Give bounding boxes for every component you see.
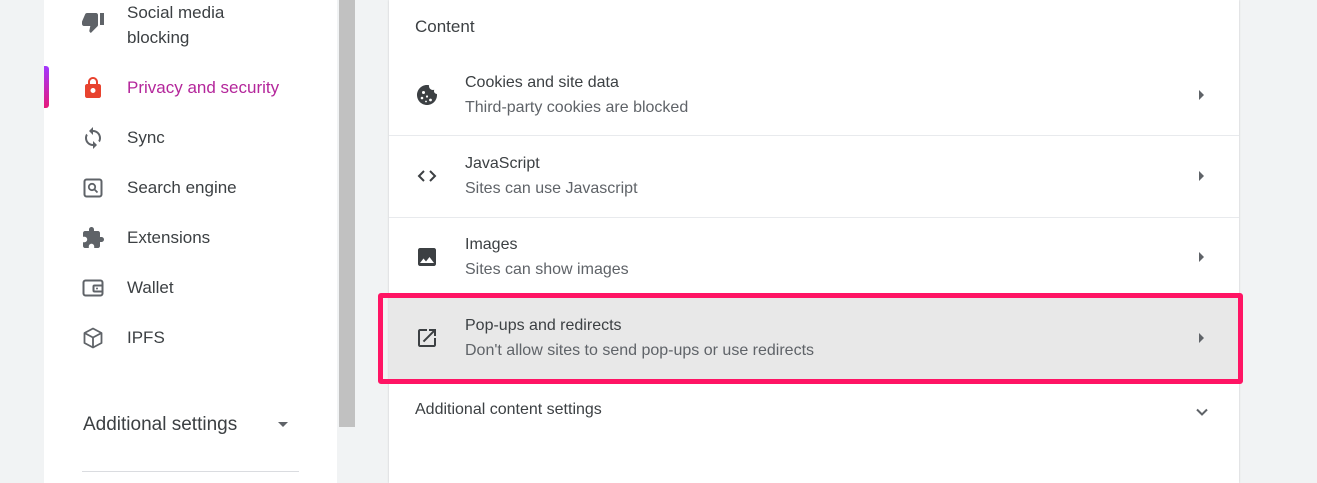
additional-settings-label: Additional settings xyxy=(83,414,238,435)
search-engine-icon xyxy=(80,175,106,201)
row-title: Images xyxy=(465,236,518,253)
sidebar-item-ipfs[interactable]: IPFS xyxy=(44,325,337,350)
sidebar-item-wallet[interactable]: Wallet xyxy=(44,275,337,300)
content-settings-card: Content Cookies and site data Third-part… xyxy=(389,0,1239,483)
row-title: Pop-ups and redirects xyxy=(465,317,622,334)
sidebar-item-label: Extensions xyxy=(127,228,211,247)
sidebar-item-label: Sync xyxy=(127,128,165,147)
open-in-new-icon xyxy=(413,324,441,352)
cookie-icon xyxy=(413,81,441,109)
row-cookies-and-site-data[interactable]: Cookies and site data Third-party cookie… xyxy=(389,55,1239,136)
row-subtitle: Third-party cookies are blocked xyxy=(465,99,689,116)
additional-content-settings-toggle[interactable]: Additional content settings xyxy=(389,385,1239,435)
caret-down-icon xyxy=(278,422,288,427)
wallet-icon xyxy=(80,275,106,301)
additional-content-settings-label: Additional content settings xyxy=(415,401,602,418)
row-subtitle: Don't allow sites to send pop-ups or use… xyxy=(465,342,815,359)
sync-icon xyxy=(80,125,106,151)
scrollbar-thumb[interactable] xyxy=(339,0,355,427)
row-title: JavaScript xyxy=(465,155,540,172)
chevron-right-icon xyxy=(1199,252,1204,262)
thumb-down-icon xyxy=(80,9,106,35)
row-subtitle: Sites can use Javascript xyxy=(465,180,638,197)
row-pop-ups-and-redirects[interactable]: Pop-ups and redirects Don't allow sites … xyxy=(389,298,1239,379)
chevron-right-icon xyxy=(1199,90,1204,100)
cube-icon xyxy=(80,325,106,351)
row-title: Cookies and site data xyxy=(465,74,619,91)
code-icon xyxy=(413,162,441,190)
sidebar-item-label: Search engine xyxy=(127,178,237,197)
row-javascript[interactable]: JavaScript Sites can use Javascript xyxy=(389,136,1239,217)
sidebar-item-label: IPFS xyxy=(127,328,165,347)
row-images[interactable]: Images Sites can show images xyxy=(389,217,1239,298)
additional-settings-toggle[interactable]: Additional settings xyxy=(83,410,303,440)
chevron-right-icon xyxy=(1199,333,1204,343)
divider xyxy=(82,471,299,472)
row-subtitle: Sites can show images xyxy=(465,261,629,278)
sidebar-item-social-media-blocking[interactable]: Social media blocking xyxy=(44,0,337,50)
sidebar-item-privacy-and-security[interactable]: Privacy and security xyxy=(44,75,337,100)
sidebar-item-extensions[interactable]: Extensions xyxy=(44,225,337,250)
sidebar-item-search-engine[interactable]: Search engine xyxy=(44,175,337,200)
sidebar-item-label: Social media blocking xyxy=(127,3,225,47)
settings-sidebar: Social media blocking Privacy and securi… xyxy=(44,0,337,483)
sidebar-item-sync[interactable]: Sync xyxy=(44,125,337,150)
section-title: Content xyxy=(415,17,475,36)
chevron-right-icon xyxy=(1199,171,1204,181)
image-icon xyxy=(413,243,441,271)
chevron-down-icon xyxy=(1196,408,1208,416)
sidebar-item-label: Wallet xyxy=(127,278,174,297)
sidebar-item-label: Privacy and security xyxy=(127,78,280,97)
lock-icon xyxy=(80,75,106,101)
puzzle-icon xyxy=(80,225,106,251)
